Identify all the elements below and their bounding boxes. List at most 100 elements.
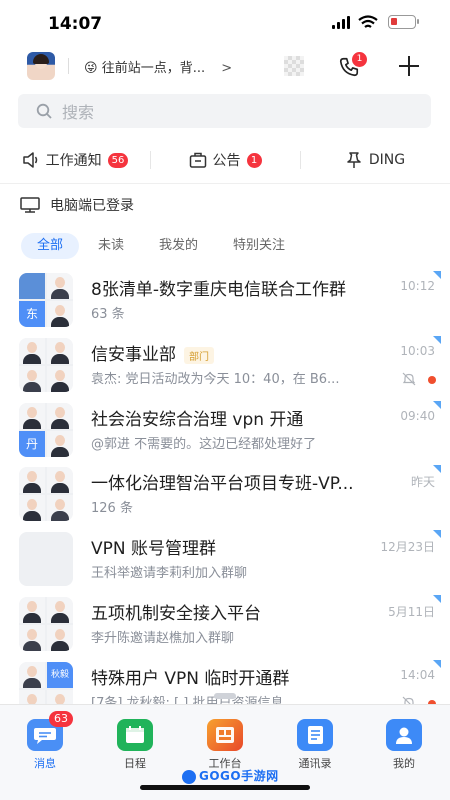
avatar[interactable] bbox=[27, 52, 55, 80]
filter-sent-by-me[interactable]: 我发的 bbox=[143, 233, 214, 259]
member-avatar bbox=[19, 625, 45, 651]
briefcase-icon bbox=[189, 152, 206, 168]
call-button[interactable]: 1 bbox=[338, 52, 367, 80]
avatar-tag: 秋毅 bbox=[47, 662, 73, 688]
filter-tabs: 全部 未读 我发的 特别关注 bbox=[21, 233, 304, 259]
chat-title: 一体化治理智治平台项目专班-VP... bbox=[91, 474, 354, 494]
filter-starred[interactable]: 特别关注 bbox=[217, 233, 301, 259]
pc-login-banner[interactable]: 电脑端已登录 bbox=[20, 194, 134, 216]
chat-preview: 袁杰: 党日活动改为今天 10：40，在 B6... bbox=[91, 372, 340, 387]
chat-preview: 李升陈邀请赵樵加入群聊 bbox=[91, 631, 235, 646]
pinned-marker bbox=[433, 401, 441, 409]
personal-status[interactable]: 😜 往前站一点，背... > bbox=[84, 57, 232, 76]
member-avatar bbox=[47, 338, 73, 364]
chat-title: 社会治安综合治理 vpn 开通 bbox=[91, 410, 304, 430]
member-avatar bbox=[47, 301, 73, 327]
member-avatar bbox=[19, 495, 45, 521]
search-icon bbox=[36, 103, 52, 119]
announcement-badge: 1 bbox=[246, 152, 262, 168]
chat-time: 10:12 bbox=[400, 279, 435, 293]
battery-icon bbox=[388, 15, 419, 29]
member-avatar bbox=[47, 273, 73, 299]
pc-login-label: 电脑端已登录 bbox=[50, 198, 134, 214]
member-avatar bbox=[19, 662, 45, 688]
pull-handle[interactable] bbox=[214, 693, 236, 699]
avatar-tag: 丹 bbox=[19, 431, 45, 457]
chat-time: 昨天 bbox=[410, 475, 435, 489]
group-avatar-image bbox=[19, 532, 73, 586]
pinned-marker bbox=[433, 336, 441, 344]
home-indicator[interactable] bbox=[140, 785, 310, 790]
ding-button[interactable]: DING bbox=[300, 143, 450, 177]
tab-contacts[interactable]: 通讯录 bbox=[285, 719, 345, 771]
calendar-icon bbox=[117, 719, 153, 751]
group-avatar bbox=[19, 338, 73, 392]
tab-profile[interactable]: 我的 bbox=[374, 719, 434, 771]
member-avatar bbox=[47, 431, 73, 457]
member-avatar bbox=[47, 366, 73, 392]
filter-unread[interactable]: 未读 bbox=[82, 233, 140, 259]
pinned-marker bbox=[433, 595, 441, 603]
department-tag: 部门 bbox=[184, 346, 214, 364]
add-button[interactable] bbox=[398, 55, 420, 77]
watermark-text: GOGO手游网 bbox=[199, 769, 279, 783]
work-notice-badge: 56 bbox=[107, 152, 129, 168]
pinned-marker bbox=[433, 465, 441, 473]
speaker-icon bbox=[22, 152, 37, 168]
chat-preview: 126 条 bbox=[91, 501, 133, 516]
messages-badge: 63 bbox=[49, 711, 73, 727]
member-avatar bbox=[47, 403, 73, 429]
work-notice-label: 工作通知 bbox=[45, 153, 102, 169]
chat-item[interactable]: 五项机制安全接入平台 李升陈邀请赵樵加入群聊 5月11日 bbox=[0, 591, 450, 655]
group-avatar: 东 bbox=[19, 273, 73, 327]
signal-icon bbox=[332, 16, 350, 29]
chat-time: 12月23日 bbox=[380, 540, 435, 554]
chat-item[interactable]: 丹 社会治安综合治理 vpn 开通 @郭进 不需要的。这边已经都处理好了 09:… bbox=[0, 397, 450, 461]
search-input[interactable]: 搜索 bbox=[18, 94, 431, 128]
chat-item[interactable]: 信安事业部 部门 袁杰: 党日活动改为今天 10：40，在 B6... 10:03 bbox=[0, 332, 450, 396]
chat-preview: 63 条 bbox=[91, 307, 125, 322]
pinned-marker bbox=[433, 271, 441, 279]
member-avatar bbox=[19, 366, 45, 392]
work-notice-button[interactable]: 工作通知 56 bbox=[0, 143, 150, 177]
tab-workbench[interactable]: 工作台 bbox=[195, 719, 255, 771]
group-avatar bbox=[19, 597, 73, 651]
chat-title: VPN 账号管理群 bbox=[91, 539, 217, 559]
status-emoji: 😜 bbox=[84, 61, 98, 76]
mute-icon bbox=[402, 372, 416, 386]
status-text: 往前站一点，背... bbox=[101, 61, 206, 76]
tab-calendar[interactable]: 日程 bbox=[105, 719, 165, 771]
watermark: GOGO手游网 bbox=[182, 767, 279, 784]
group-avatar: 丹 bbox=[19, 403, 73, 457]
chat-title: 特殊用户 VPN 临时开通群 bbox=[91, 669, 290, 689]
mosaic-icon bbox=[284, 56, 304, 76]
wifi-icon bbox=[358, 15, 378, 28]
chat-preview: 王科举邀请李莉利加入群聊 bbox=[91, 566, 248, 581]
clock: 14:07 bbox=[48, 14, 103, 34]
tab-messages[interactable]: 63 消息 bbox=[15, 711, 75, 771]
group-avatar bbox=[19, 467, 73, 521]
tab-contacts-label: 通讯录 bbox=[298, 757, 332, 770]
chat-preview: @郭进 不需要的。这边已经都处理好了 bbox=[91, 437, 317, 452]
member-avatar bbox=[47, 625, 73, 651]
unread-dot bbox=[428, 376, 436, 384]
tab-messages-label: 消息 bbox=[34, 757, 56, 770]
chat-title-text: 信安事业部 bbox=[91, 345, 176, 365]
filter-all[interactable]: 全部 bbox=[21, 233, 80, 259]
chat-title: 五项机制安全接入平台 bbox=[91, 604, 261, 624]
member-avatar bbox=[47, 495, 73, 521]
pinned-marker bbox=[433, 660, 441, 668]
search-placeholder: 搜索 bbox=[62, 103, 95, 122]
chat-time: 09:40 bbox=[400, 409, 435, 423]
chat-item[interactable]: VPN 账号管理群 王科举邀请李莉利加入群聊 12月23日 bbox=[0, 526, 450, 590]
contacts-icon bbox=[297, 719, 333, 751]
member-avatar bbox=[47, 467, 73, 493]
announcement-button[interactable]: 公告 1 bbox=[150, 143, 300, 177]
profile-icon bbox=[386, 719, 422, 751]
member-avatar bbox=[19, 338, 45, 364]
chat-title: 8张清单-数字重庆电信联合工作群 bbox=[91, 280, 346, 300]
chat-item[interactable]: 东 8张清单-数字重庆电信联合工作群 63 条 10:12 bbox=[0, 267, 450, 331]
call-badge: 1 bbox=[352, 52, 367, 67]
chat-item[interactable]: 一体化治理智治平台项目专班-VP... 126 条 昨天 bbox=[0, 461, 450, 525]
pinned-marker bbox=[433, 530, 441, 538]
